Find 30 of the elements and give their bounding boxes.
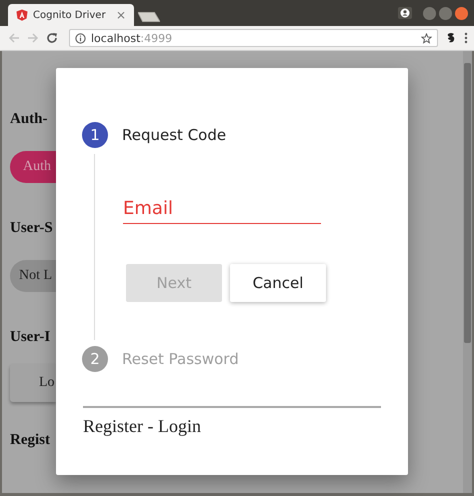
profile-icon[interactable] — [398, 7, 412, 19]
browser-tab[interactable]: Cognito Driver × — [8, 4, 134, 26]
extension-icon[interactable] — [445, 32, 457, 44]
close-tab-button[interactable]: × — [116, 8, 126, 22]
shield-icon — [16, 9, 28, 21]
info-icon[interactable] — [75, 32, 86, 44]
section-heading: User-S — [10, 220, 54, 238]
close-button[interactable] — [455, 6, 468, 20]
tab-title: Cognito Driver — [33, 10, 106, 20]
section-heading: User-I — [10, 329, 52, 347]
url-text: localhost:4999 — [91, 32, 172, 44]
section-heading: Auth- — [10, 111, 49, 129]
step-label: Request Code — [122, 126, 226, 144]
star-icon[interactable] — [421, 32, 432, 44]
menu-icon[interactable] — [464, 32, 468, 44]
minimize-button[interactable] — [423, 6, 436, 20]
section-heading: Regist — [10, 432, 51, 450]
maximize-button[interactable] — [439, 6, 452, 20]
reload-icon[interactable] — [46, 32, 58, 44]
cancel-button[interactable]: Cancel — [230, 264, 326, 302]
step-number: 2 — [82, 346, 108, 372]
register-login-link[interactable]: Register - Login — [83, 416, 201, 437]
scrollbar[interactable] — [463, 51, 472, 493]
new-tab-button[interactable] — [138, 11, 160, 23]
step-label: Reset Password — [122, 350, 239, 368]
input-field[interactable]: Email — [123, 198, 321, 224]
address-bar[interactable]: localhost:4999 — [69, 29, 438, 47]
login-button[interactable]: Lo — [10, 364, 56, 402]
step-number: 1 — [82, 122, 108, 148]
status-chip[interactable]: Not L — [10, 260, 56, 292]
